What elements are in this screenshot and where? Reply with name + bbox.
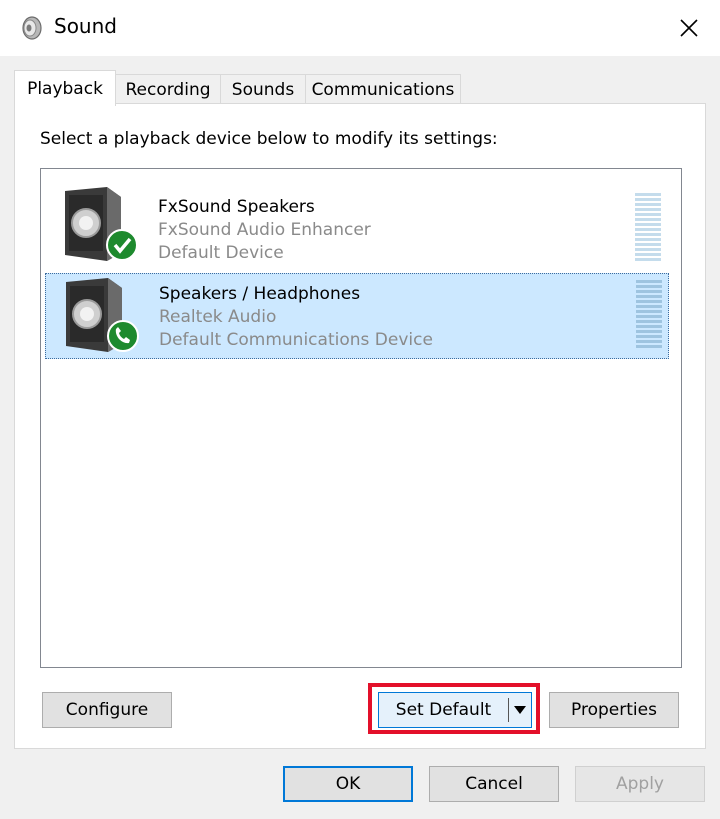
apply-label: Apply xyxy=(616,774,664,794)
window-title: Sound xyxy=(54,14,117,38)
tab-playback[interactable]: Playback xyxy=(14,70,116,106)
device-driver: Realtek Audio xyxy=(159,307,277,327)
set-default-button[interactable]: Set Default xyxy=(378,692,532,728)
title-bar: Sound xyxy=(0,0,720,56)
cancel-label: Cancel xyxy=(465,774,523,794)
close-icon xyxy=(680,19,698,37)
tab-communications[interactable]: Communications xyxy=(305,74,461,104)
set-default-dropdown[interactable] xyxy=(509,693,531,727)
ok-label: OK xyxy=(335,774,361,794)
device-list[interactable]: FxSound Speakers FxSound Audio Enhancer … xyxy=(40,168,682,668)
apply-button[interactable]: Apply xyxy=(575,766,705,802)
ok-button[interactable]: OK xyxy=(283,766,413,802)
device-status: Default Communications Device xyxy=(159,330,433,350)
volume-meter xyxy=(636,280,662,350)
set-default-label: Set Default xyxy=(395,700,492,720)
instruction-text: Select a playback device below to modify… xyxy=(40,129,498,149)
speaker-icon xyxy=(66,278,139,352)
tab-recording[interactable]: Recording xyxy=(115,74,221,104)
device-item-fxsound-speakers[interactable]: FxSound Speakers FxSound Audio Enhancer … xyxy=(45,177,669,263)
device-driver: FxSound Audio Enhancer xyxy=(158,220,371,240)
dropdown-arrow-icon xyxy=(514,706,526,714)
speaker-icon xyxy=(65,187,138,261)
tab-label: Recording xyxy=(125,79,211,100)
properties-button[interactable]: Properties xyxy=(549,692,679,728)
close-button[interactable] xyxy=(666,6,712,50)
set-default-main[interactable]: Set Default xyxy=(379,693,508,727)
device-status: Default Device xyxy=(158,243,284,263)
volume-meter xyxy=(635,193,661,263)
configure-button[interactable]: Configure xyxy=(42,692,172,728)
tab-label: Communications xyxy=(311,79,455,100)
properties-label: Properties xyxy=(571,700,657,720)
device-item-speakers-headphones[interactable]: Speakers / Headphones Realtek Audio Defa… xyxy=(45,273,669,359)
tab-label: Sounds xyxy=(231,79,295,100)
tab-sounds[interactable]: Sounds xyxy=(220,74,306,104)
configure-label: Configure xyxy=(65,700,149,720)
speaker-icon xyxy=(22,16,42,40)
device-name: Speakers / Headphones xyxy=(159,284,361,304)
cancel-button[interactable]: Cancel xyxy=(429,766,559,802)
tab-label: Playback xyxy=(27,78,103,99)
device-name: FxSound Speakers xyxy=(158,197,315,217)
